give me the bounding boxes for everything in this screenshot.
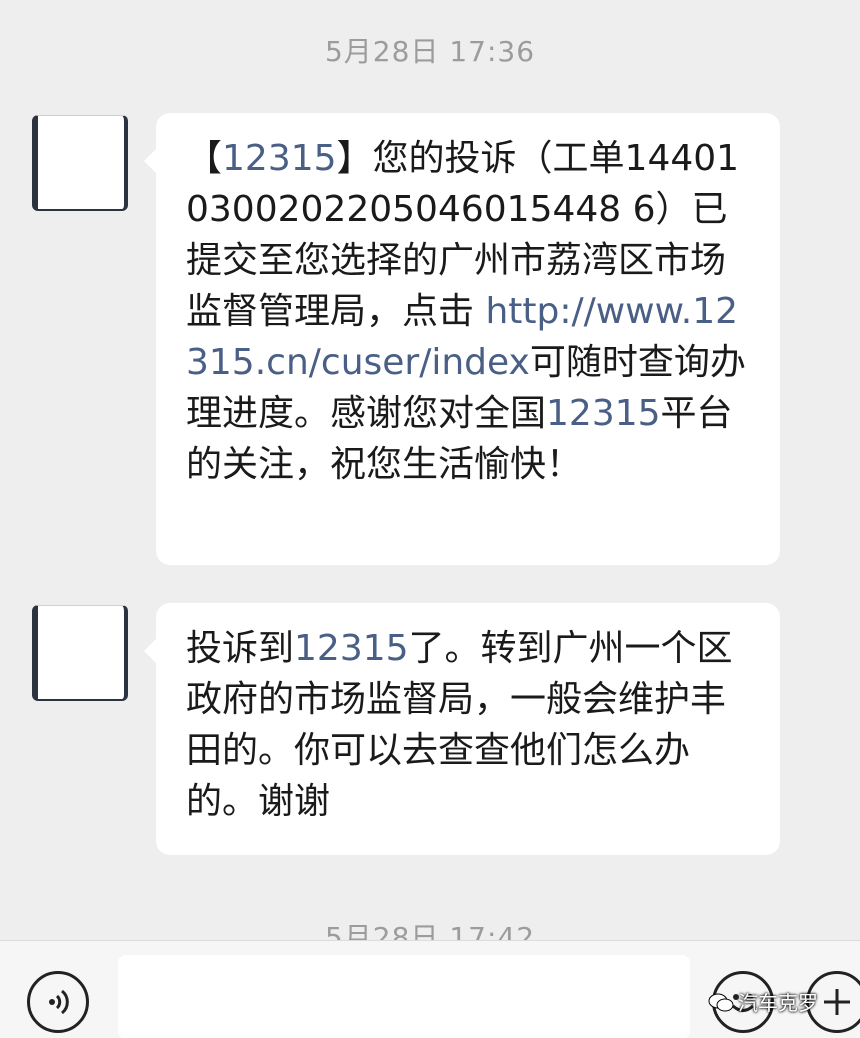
message-text: 【: [186, 138, 223, 179]
message-input[interactable]: [118, 955, 690, 1038]
watermark: 汽车克罗: [708, 987, 818, 1016]
voice-button[interactable]: [27, 971, 89, 1033]
timestamp: 5月28日 17:36: [324, 35, 536, 68]
avatar[interactable]: [32, 605, 128, 701]
timestamp: 5月28日 17:42: [324, 921, 536, 940]
link-12315[interactable]: 12315: [222, 138, 337, 179]
wechat-icon: [708, 993, 734, 1011]
voice-icon: [49, 989, 69, 1015]
message-bubble[interactable]: 【12315】您的投诉（工单144010300202205046015448 6…: [144, 113, 780, 565]
message-text: 投诉到: [186, 628, 295, 669]
link-12315[interactable]: 12315: [546, 393, 661, 434]
message-bubble[interactable]: 投诉到12315了。转到广州一个区政府的市场监督局，一般会维护丰田的。你可以去查…: [144, 603, 780, 855]
input-bar: 汽车克罗: [0, 940, 860, 1038]
avatar[interactable]: [32, 115, 128, 211]
link-12315[interactable]: 12315: [294, 628, 409, 669]
plus-icon: [824, 989, 850, 1015]
watermark-text: 汽车克罗: [738, 991, 818, 1015]
